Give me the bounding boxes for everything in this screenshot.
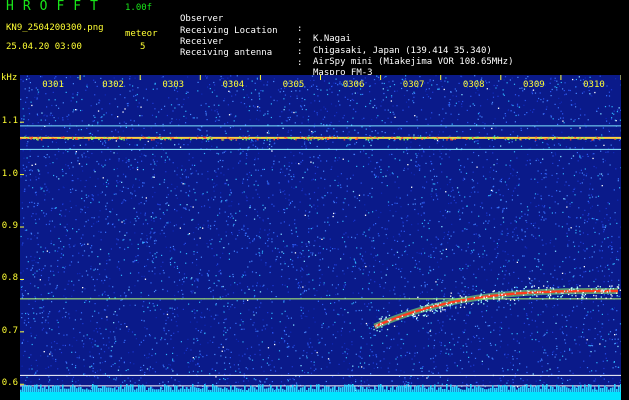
meteor-count: 5 bbox=[140, 42, 146, 52]
y-tick-label: 0.7 bbox=[1, 325, 18, 336]
info-row-receiver: Receiver : AirSpy mini (Miakejima VOR 10… bbox=[180, 27, 513, 67]
info-value: AirSpy mini (Miakejima VOR 108.65MHz) bbox=[313, 57, 514, 67]
y-axis-unit: kHz bbox=[1, 73, 18, 83]
info-colon: : bbox=[297, 58, 303, 68]
y-tick-label: 0.6 bbox=[1, 378, 18, 389]
filename-label: KN9_2504200300.png bbox=[6, 23, 104, 33]
spectrogram-svg: 0301 0302 0303 0304 0305 0306 0307 0308 0309 0310 bbox=[20, 75, 621, 400]
x-tick-label: 0309 bbox=[523, 80, 545, 90]
info-colon: : bbox=[297, 24, 303, 34]
x-tick-label: 0302 bbox=[102, 80, 124, 90]
x-tick-label: 0305 bbox=[283, 80, 305, 90]
x-tick-label: 0304 bbox=[223, 80, 245, 90]
x-tick-label: 0301 bbox=[42, 80, 64, 90]
x-tick-label: 0306 bbox=[343, 80, 365, 90]
x-tick-label: 0308 bbox=[463, 80, 485, 90]
info-value: K.Nagai bbox=[313, 34, 351, 44]
y-tick-label: 0.8 bbox=[1, 273, 18, 284]
meteor-label: meteor bbox=[125, 29, 158, 39]
version-label: 1.00f bbox=[125, 3, 153, 13]
y-tick-label: 1.0 bbox=[1, 168, 18, 179]
x-tick-label: 0310 bbox=[583, 80, 605, 90]
y-tick-label: 1.1 bbox=[1, 116, 18, 127]
info-row-antenna: Receiving antenna : Maspro FM-3 bbox=[180, 38, 373, 78]
info-colon: : bbox=[297, 47, 303, 57]
plot-background bbox=[20, 75, 621, 400]
header-panel: HROFFT 1.00f KN9_2504200300.png 25.04.20… bbox=[0, 0, 629, 78]
app-title: HROFFT bbox=[6, 0, 107, 14]
datetime-label: 25.04.20 03:00 bbox=[6, 42, 82, 52]
x-tick-label: 0307 bbox=[403, 80, 425, 90]
info-value: Chigasaki, Japan (139.414 35.340) bbox=[313, 46, 492, 56]
spectrogram-plot[interactable]: 0301 0302 0303 0304 0305 0306 0307 0308 0309 0310 bbox=[20, 75, 621, 400]
y-tick-label: 0.9 bbox=[1, 221, 18, 232]
x-tick-label: 0303 bbox=[162, 80, 184, 90]
info-row-location: Receiving Location : Chigasaki, Japan (1… bbox=[180, 16, 492, 56]
info-row-observer: Observer : K.Nagai bbox=[180, 4, 351, 44]
info-colon: : bbox=[297, 36, 303, 46]
info-key: Receiving antenna bbox=[180, 48, 273, 58]
